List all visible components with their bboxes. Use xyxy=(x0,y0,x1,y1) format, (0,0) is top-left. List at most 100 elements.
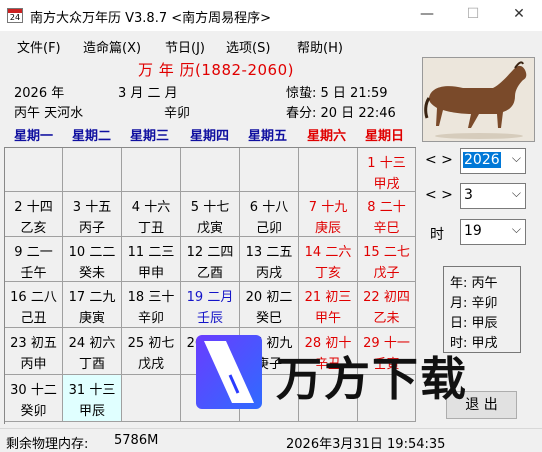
calendar-day-cell[interactable]: 11 二三甲申 xyxy=(122,237,181,282)
day-ganzhi: 甲辰 xyxy=(78,404,105,419)
status-bar: 剩余物理内存: 5786M 2026年3月31日 19:54:35 xyxy=(0,428,542,452)
menu-zaoming[interactable]: 造命篇(X) xyxy=(83,37,141,56)
weekday-tue: 星期二 xyxy=(72,129,112,144)
memory-label: 剩余物理内存: xyxy=(6,437,89,452)
calendar-day-cell[interactable]: 9 二一壬午 xyxy=(5,237,63,282)
day-ganzhi: 丁丑 xyxy=(137,221,164,236)
year-ganzhi: 丙午 天河水 xyxy=(14,106,84,121)
menu-file[interactable]: 文件(F) xyxy=(17,37,61,56)
calendar-day-cell[interactable]: 4 十六丁丑 xyxy=(122,192,181,237)
day-number-lunar: 23 初五 xyxy=(10,336,57,351)
calendar-empty-cell xyxy=(63,148,122,192)
weekday-sat: 星期六 xyxy=(307,129,347,144)
calendar-day-cell[interactable]: 23 初五丙申 xyxy=(5,328,63,375)
calendar-day-cell[interactable]: 24 初六丁酉 xyxy=(63,328,122,375)
calendar-day-cell[interactable]: 15 二七戊子 xyxy=(358,237,416,282)
calendar-day-cell[interactable]: 18 三十 辛卯 xyxy=(122,282,181,328)
calendar-day-cell[interactable]: 19 二月 壬辰 xyxy=(181,282,240,328)
day-number-lunar: 15 二七 xyxy=(363,245,410,260)
year-nav-arrows[interactable]: < > xyxy=(425,152,453,168)
horse-painting-image xyxy=(422,57,535,142)
month-nav-arrows[interactable]: < > xyxy=(425,187,453,203)
day-ganzhi: 甲戌 xyxy=(373,177,400,192)
calendar-day-cell[interactable]: 31 十三 甲辰 xyxy=(63,375,122,422)
day-ganzhi: 乙亥 xyxy=(20,221,47,236)
calendar-empty-cell xyxy=(122,148,181,192)
menu-options[interactable]: 选项(S) xyxy=(226,37,270,56)
day-number-lunar: 24 初六 xyxy=(68,336,116,351)
day-ganzhi: 庚寅 xyxy=(78,311,105,326)
maximize-button[interactable]: ☐ xyxy=(450,0,496,31)
weekday-sun: 星期日 xyxy=(365,129,405,144)
day-number-lunar: 14 二六 xyxy=(304,245,352,260)
calendar-day-cell[interactable]: 6 十八 己卯 xyxy=(240,192,299,237)
jieqi-jingzhe: 惊蛰: 5 日 21:59 xyxy=(286,86,388,101)
ganzhi-day: 日: 甲辰 xyxy=(450,316,498,331)
day-ganzhi: 癸卯 xyxy=(20,404,47,419)
day-number-lunar: 3 十五 xyxy=(72,200,112,215)
day-ganzhi: 癸未 xyxy=(78,266,105,281)
calendar-empty-cell xyxy=(122,375,181,422)
day-number-lunar: 20 初二 xyxy=(245,290,293,305)
ganzhi-month: 月: 辛卯 xyxy=(450,296,498,311)
watermark: 万方下载 xyxy=(196,335,496,413)
day-ganzhi: 辛巳 xyxy=(373,221,400,236)
month-line: 3 月 二 月 xyxy=(118,86,178,101)
day-number-lunar: 5 十七 xyxy=(190,200,230,215)
day-number-lunar: 9 二一 xyxy=(14,245,53,260)
day-ganzhi: 己丑 xyxy=(20,311,47,326)
window-title: 南方大众万年历 V3.8.7 <南方周易程序> xyxy=(30,11,272,26)
day-ganzhi: 癸巳 xyxy=(255,311,282,326)
calendar-day-cell[interactable]: 5 十七戊寅 xyxy=(181,192,240,237)
minimize-button[interactable]: — xyxy=(404,0,450,31)
title-bar: 24 南方大众万年历 V3.8.7 <南方周易程序> — ☐ ✕ xyxy=(0,0,542,31)
calendar-day-cell[interactable]: 30 十二 癸卯 xyxy=(5,375,63,422)
status-datetime: 2026年3月31日 19:54:35 xyxy=(286,437,446,452)
calendar-day-cell[interactable]: 20 初二癸巳 xyxy=(240,282,299,328)
calendar-day-cell[interactable]: 1 十三 甲戌 xyxy=(358,148,416,192)
calendar-day-cell[interactable]: 17 二九 庚寅 xyxy=(63,282,122,328)
hour-select[interactable]: 19 ⌵ xyxy=(460,219,526,245)
day-ganzhi: 甲午 xyxy=(314,311,341,326)
year-select[interactable]: 2026 ⌵ xyxy=(460,148,526,174)
day-ganzhi: 丁酉 xyxy=(78,357,105,372)
calendar-day-cell[interactable]: 10 二二癸未 xyxy=(63,237,122,282)
calendar-day-cell[interactable]: 25 初七 戊戌 xyxy=(122,328,181,375)
watermark-text: 万方下载 xyxy=(276,352,468,406)
calendar-day-cell[interactable]: 13 二五 丙戌 xyxy=(240,237,299,282)
menu-help[interactable]: 帮助(H) xyxy=(297,37,343,56)
day-ganzhi: 丁亥 xyxy=(314,266,341,281)
day-number-lunar: 11 二三 xyxy=(127,245,175,260)
day-number-lunar: 7 十九 xyxy=(308,200,348,215)
day-ganzhi: 戊寅 xyxy=(196,221,223,236)
day-number-lunar: 13 二五 xyxy=(245,245,293,260)
calendar-day-cell[interactable]: 16 二八 己丑 xyxy=(5,282,63,328)
calendar-day-cell[interactable]: 8 二十辛巳 xyxy=(358,192,416,237)
day-ganzhi: 戊子 xyxy=(373,266,400,281)
hour-label: 时 xyxy=(430,227,444,243)
day-ganzhi: 丙申 xyxy=(20,357,47,372)
calendar-day-cell[interactable]: 22 初四 乙未 xyxy=(358,282,416,328)
day-ganzhi: 甲申 xyxy=(137,266,164,281)
menu-festival[interactable]: 节日(J) xyxy=(165,37,205,56)
day-number-lunar: 10 二二 xyxy=(68,245,116,260)
calendar-day-cell[interactable]: 7 十九 庚辰 xyxy=(299,192,358,237)
calendar-day-cell[interactable]: 14 二六丁亥 xyxy=(299,237,358,282)
month-select[interactable]: 3 ⌵ xyxy=(460,183,526,209)
calendar-day-cell[interactable]: 21 初三 甲午 xyxy=(299,282,358,328)
calendar-day-cell[interactable]: 12 二四 乙酉 xyxy=(181,237,240,282)
day-number-lunar: 18 三十 xyxy=(127,290,175,305)
day-number-lunar: 8 二十 xyxy=(367,200,406,215)
jieqi-chunfen: 春分: 20 日 22:46 xyxy=(286,106,396,121)
calendar-day-cell[interactable]: 2 十四 乙亥 xyxy=(5,192,63,237)
day-number-lunar: 25 初七 xyxy=(127,336,175,351)
day-number-lunar: 4 十六 xyxy=(131,200,171,215)
calendar-day-cell[interactable]: 3 十五丙子 xyxy=(63,192,122,237)
day-ganzhi: 丙子 xyxy=(78,221,105,236)
day-number-lunar: 6 十八 xyxy=(249,200,289,215)
close-button[interactable]: ✕ xyxy=(496,0,542,31)
day-ganzhi: 壬辰 xyxy=(196,311,223,326)
calendar-empty-cell xyxy=(240,148,299,192)
day-ganzhi: 壬午 xyxy=(20,266,47,281)
month-ganzhi: 辛卯 xyxy=(164,106,191,121)
